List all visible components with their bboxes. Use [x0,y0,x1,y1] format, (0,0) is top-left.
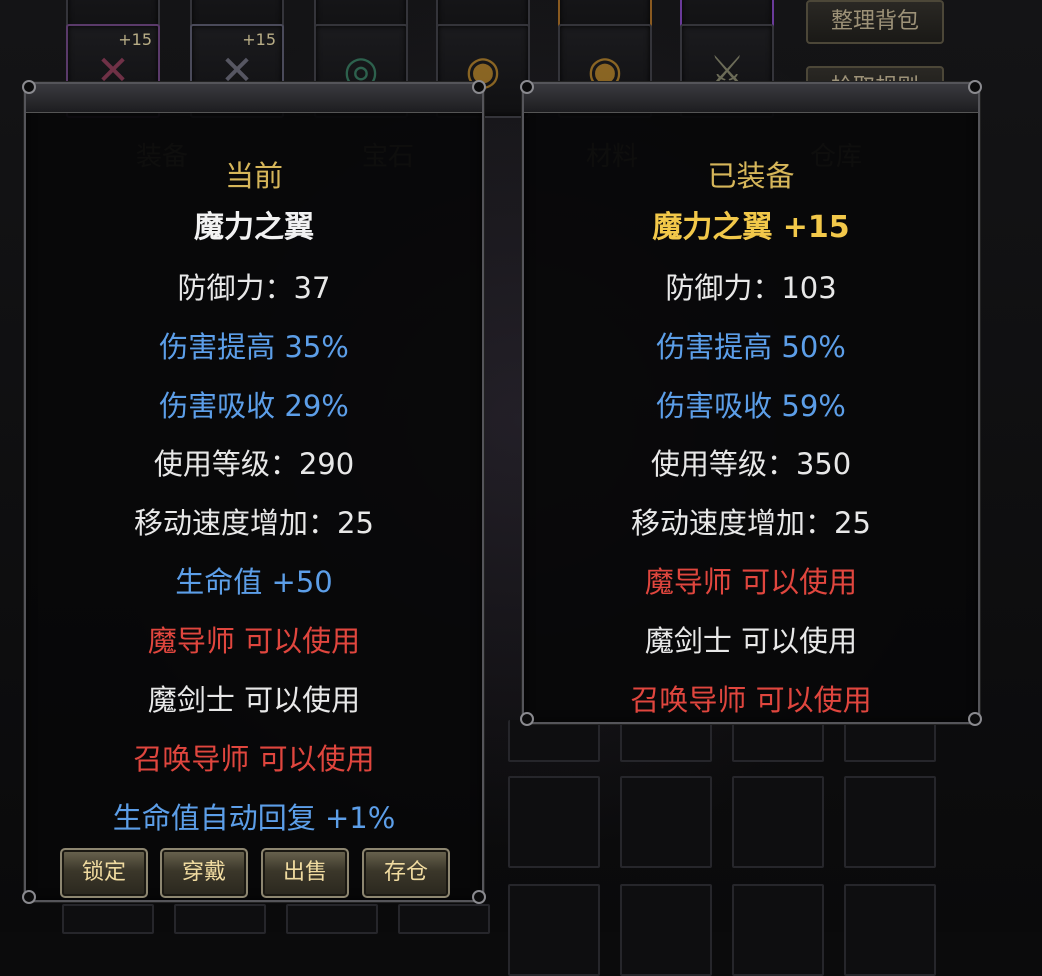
corner-rivet [472,890,486,904]
enhance-level: +15 [242,30,276,49]
inventory-cell[interactable] [844,776,936,868]
hp-regen-stat: 生命值自动回复 +1% [26,798,482,838]
inventory-cell[interactable] [508,720,600,762]
move-speed-stat: 移动速度增加：25 [631,506,871,540]
damage-boost-stat: 伤害提高 35% [26,327,482,367]
hp-stat: 生命值 +50 [26,562,482,602]
inventory-cell[interactable] [62,904,154,934]
stat-label: 伤害吸收 [159,389,276,423]
class-requirement-summoner: 召唤导师 可以使用 [133,742,375,776]
equipped-item-tooltip: 已装备 魔力之翼 +15 防御力：103 伤害提高 50% 伤害吸收 59% 使… [520,80,982,726]
panel-title-bar [524,84,978,113]
class-requirement-sword: 魔剑士 可以使用 [147,683,361,717]
stat-label: 生命值 [175,565,263,599]
class-requirement-mage: 魔导师 可以使用 [147,624,361,658]
corner-rivet [22,890,36,904]
level-requirement: 使用等级：350 [650,447,852,481]
panel-header: 已装备 [707,159,795,193]
enhance-level: +15 [118,30,152,49]
corner-rivet [22,80,36,94]
inventory-cell[interactable] [508,884,600,976]
store-button[interactable]: 存仓 [362,848,450,898]
lock-button[interactable]: 锁定 [60,848,148,898]
damage-boost-stat: 伤害提高 50% [524,327,978,367]
inventory-cell[interactable] [286,904,378,934]
stat-label: 伤害提高 [656,330,773,364]
defense-stat: 防御力：103 [665,271,837,305]
stat-label: 伤害吸收 [656,389,773,423]
inventory-cell[interactable] [174,904,266,934]
inventory-cell[interactable] [732,776,824,868]
class-requirement-summoner: 召唤导师 可以使用 [630,683,872,717]
wear-button[interactable]: 穿戴 [160,848,248,898]
defense-stat: 防御力：37 [177,271,331,305]
inventory-cell[interactable] [844,884,936,976]
sell-button[interactable]: 出售 [261,848,349,898]
stat-value: 59% [781,389,846,423]
corner-rivet [520,80,534,94]
panel-header: 当前 [224,159,283,193]
inventory-cell[interactable] [620,884,712,976]
stat-value: 35% [284,330,349,364]
corner-rivet [968,80,982,94]
panel-title-bar [26,84,482,113]
stat-value: 50% [781,330,846,364]
move-speed-stat: 移动速度增加：25 [134,506,374,540]
stat-value: +1% [324,801,396,835]
damage-absorb-stat: 伤害吸收 59% [524,386,978,426]
inventory-cell[interactable] [620,776,712,868]
item-name: 魔力之翼 +15 [652,210,850,245]
class-requirement-mage: 魔导师 可以使用 [644,565,858,599]
sort-bag-button[interactable]: 整理背包 [806,0,944,44]
inventory-cell[interactable] [732,720,824,762]
inventory-cell[interactable] [844,720,936,762]
stat-value: +50 [271,565,333,599]
inventory-cell[interactable] [732,884,824,976]
corner-rivet [472,80,486,94]
inventory-cell[interactable] [620,720,712,762]
level-requirement: 使用等级：290 [153,447,355,481]
class-requirement-sword: 魔剑士 可以使用 [644,624,858,658]
current-item-tooltip: 当前 魔力之翼 防御力：37 伤害提高 35% 伤害吸收 29% 使用等级：29… [22,80,486,904]
inventory-cell[interactable] [398,904,490,934]
stat-value: 29% [284,389,349,423]
damage-absorb-stat: 伤害吸收 29% [26,386,482,426]
stat-label: 伤害提高 [159,330,276,364]
inventory-cell[interactable] [508,776,600,868]
item-name: 魔力之翼 [194,210,314,245]
stat-label: 生命值自动回复 [112,801,316,835]
